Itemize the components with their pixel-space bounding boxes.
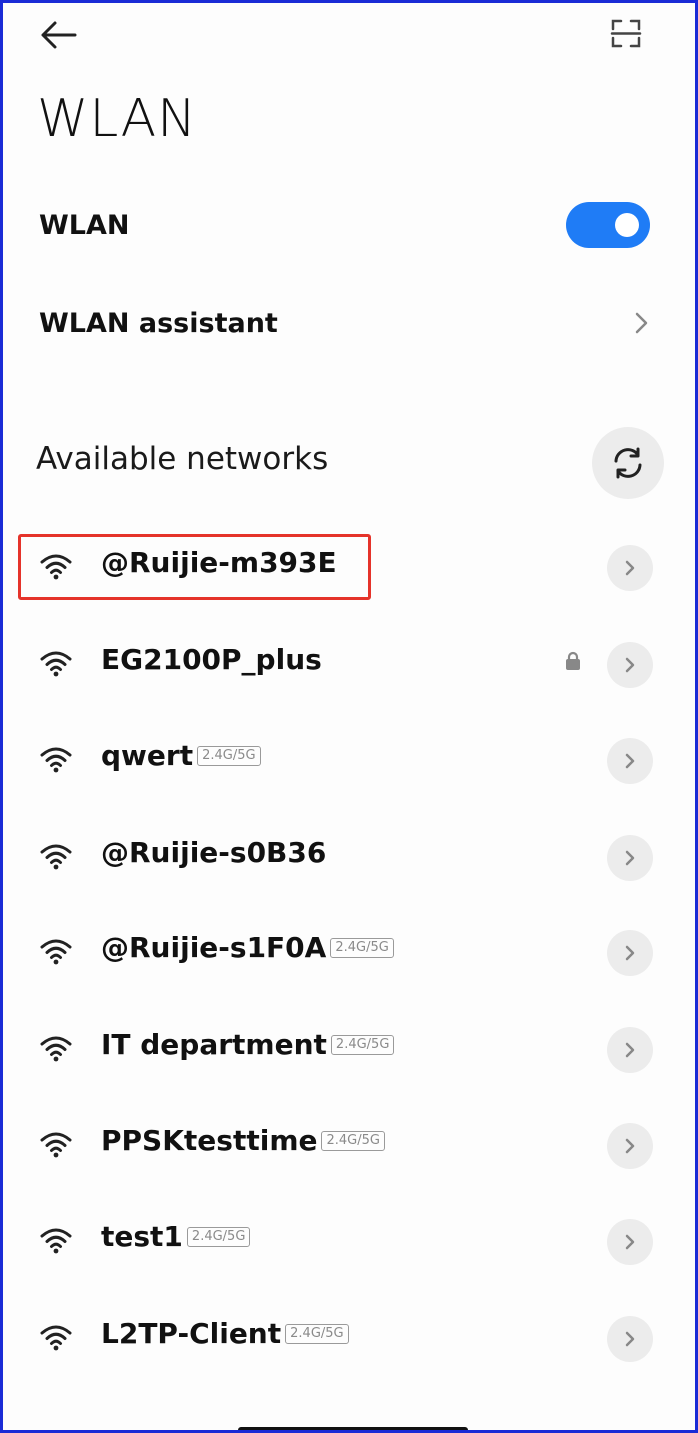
chevron-right-icon — [625, 1234, 635, 1250]
network-name: L2TP-Client — [101, 1317, 282, 1350]
chevron-right-icon — [625, 945, 635, 961]
network-details-button[interactable] — [607, 738, 653, 784]
network-name: @Ruijie-s1F0A — [101, 931, 327, 964]
network-name-group: EG2100P_plus — [101, 643, 322, 676]
network-row[interactable]: EG2100P_plus — [3, 625, 695, 705]
chevron-right-icon — [625, 753, 635, 769]
network-details-button[interactable] — [607, 1316, 653, 1362]
wlan-toggle-switch[interactable] — [566, 202, 650, 248]
band-badge: 2.4G/5G — [330, 937, 394, 958]
network-name: @Ruijie-m393E — [101, 546, 337, 579]
wifi-icon — [40, 1228, 72, 1254]
phone-screen: WLAN WLAN WLAN assistant Available netwo… — [0, 0, 698, 1433]
chevron-right-icon — [625, 1042, 635, 1058]
chevron-right-icon — [625, 1331, 635, 1347]
network-name: qwert — [101, 739, 194, 772]
wifi-icon — [40, 554, 72, 580]
wlan-assistant-label: WLAN assistant — [39, 307, 278, 339]
back-button[interactable] — [35, 13, 85, 53]
arrow-left-icon — [41, 21, 77, 49]
network-name-group: PPSKtesttime 2.4G/5G — [101, 1124, 385, 1157]
network-row[interactable]: qwert 2.4G/5G — [3, 721, 695, 801]
network-row[interactable]: @Ruijie-m393E — [3, 528, 695, 608]
band-badge: 2.4G/5G — [330, 1034, 395, 1055]
band-badge: 2.4G/5G — [285, 1323, 349, 1344]
chevron-right-icon — [625, 560, 635, 576]
top-bar — [3, 3, 695, 73]
network-name-group: @Ruijie-s0B36 — [101, 836, 326, 869]
wlan-toggle-label: WLAN — [39, 209, 130, 241]
network-row[interactable]: @Ruijie-s1F0A 2.4G/5G — [3, 913, 695, 993]
chevron-right-icon — [625, 1138, 635, 1154]
network-details-button[interactable] — [607, 1027, 653, 1073]
toggle-knob — [615, 213, 639, 237]
network-name-group: qwert 2.4G/5G — [101, 739, 261, 772]
page-title: WLAN — [37, 89, 198, 149]
wifi-icon — [40, 1132, 72, 1158]
chevron-right-icon — [625, 850, 635, 866]
network-name: EG2100P_plus — [101, 643, 322, 676]
chevron-right-icon — [625, 657, 635, 673]
network-row[interactable]: L2TP-Client 2.4G/5G — [3, 1299, 695, 1379]
wlan-assistant-row[interactable]: WLAN assistant — [3, 288, 695, 358]
network-details-button[interactable] — [607, 1219, 653, 1265]
band-badge: 2.4G/5G — [321, 1130, 385, 1151]
band-badge: 2.4G/5G — [186, 1226, 251, 1247]
wifi-icon — [40, 844, 72, 870]
network-name: PPSKtesttime — [101, 1124, 318, 1157]
network-name-group: @Ruijie-m393E — [101, 546, 337, 579]
band-badge: 2.4G/5G — [197, 745, 261, 766]
scan-frame-icon — [610, 19, 642, 48]
wifi-icon — [40, 1036, 72, 1062]
network-name-group: IT department 2.4G/5G — [101, 1028, 395, 1061]
scan-button[interactable] — [603, 11, 649, 55]
network-name-group: L2TP-Client 2.4G/5G — [101, 1317, 349, 1350]
wifi-icon — [40, 1325, 72, 1351]
network-name-group: @Ruijie-s1F0A 2.4G/5G — [101, 931, 394, 964]
network-details-button[interactable] — [607, 1123, 653, 1169]
network-name-group: test1 2.4G/5G — [101, 1220, 251, 1253]
network-row[interactable]: @Ruijie-s0B36 — [3, 818, 695, 898]
network-name: @Ruijie-s0B36 — [101, 836, 327, 869]
network-name: IT department — [101, 1028, 327, 1061]
network-details-button[interactable] — [607, 835, 653, 881]
network-details-button[interactable] — [607, 642, 653, 688]
network-row[interactable]: test1 2.4G/5G — [3, 1202, 695, 1282]
home-indicator — [238, 1427, 468, 1430]
refresh-button[interactable] — [592, 427, 664, 499]
network-row[interactable]: PPSKtesttime 2.4G/5G — [3, 1106, 695, 1186]
available-networks-title: Available networks — [36, 441, 329, 477]
network-details-button[interactable] — [607, 545, 653, 591]
wifi-icon — [40, 651, 72, 677]
lock-icon — [566, 651, 580, 670]
network-row[interactable]: IT department 2.4G/5G — [3, 1010, 695, 1090]
wifi-icon — [40, 747, 72, 773]
network-name: test1 — [101, 1220, 183, 1253]
wlan-toggle-row[interactable]: WLAN — [3, 190, 695, 260]
wifi-icon — [40, 939, 72, 965]
chevron-right-icon — [635, 312, 648, 334]
network-details-button[interactable] — [607, 930, 653, 976]
refresh-icon — [614, 447, 642, 479]
